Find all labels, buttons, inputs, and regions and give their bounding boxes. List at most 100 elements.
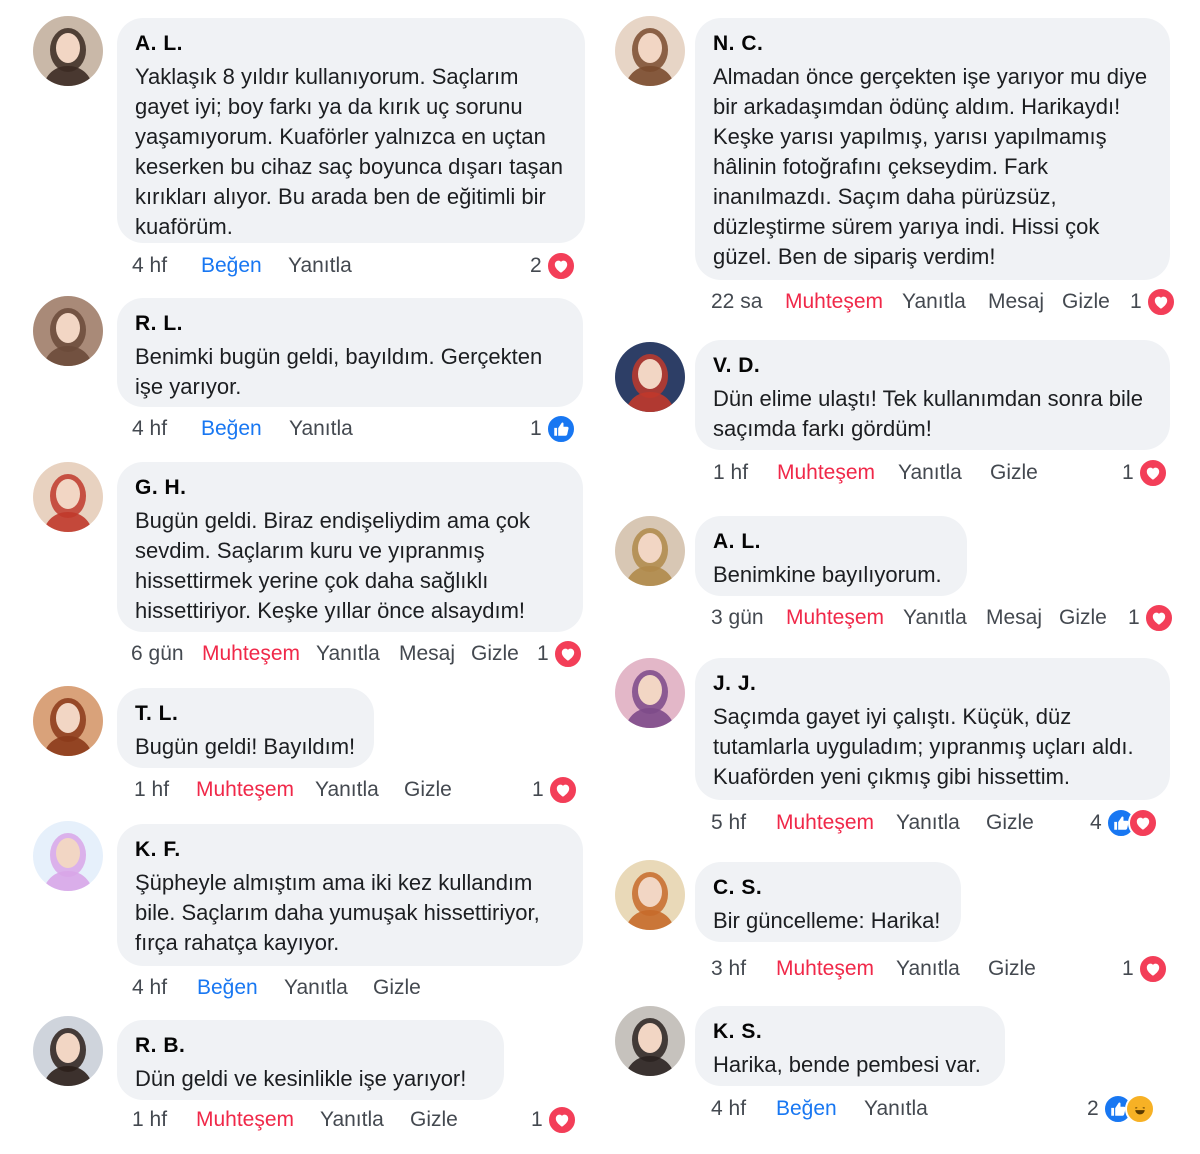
message-button[interactable]: Mesaj (986, 604, 1042, 632)
reaction-count: 1 (1122, 957, 1134, 980)
comment-bubble: K. F. Şüpheyle almıştım ama iki kez kull… (117, 824, 583, 966)
hide-button[interactable]: Gizle (410, 1106, 458, 1134)
reaction-summary[interactable]: 2 (530, 251, 576, 281)
avatar[interactable] (615, 860, 685, 930)
reaction-summary[interactable]: 1 (531, 1105, 577, 1135)
reply-button[interactable]: Yanıtla (288, 252, 352, 280)
hide-button[interactable]: Gizle (988, 955, 1036, 983)
message-button[interactable]: Mesaj (988, 288, 1044, 316)
comment-author[interactable]: T. L. (135, 702, 356, 726)
avatar[interactable] (615, 1006, 685, 1076)
comment-timestamp[interactable]: 1 hf (713, 459, 748, 487)
react-button[interactable]: Muhteşem (786, 604, 884, 632)
hide-button[interactable]: Gizle (986, 809, 1034, 837)
love-reaction-icon (547, 775, 578, 805)
comment-author[interactable]: R. L. (135, 312, 565, 336)
avatar[interactable] (33, 296, 103, 366)
hide-button[interactable]: Gizle (471, 640, 519, 668)
comment-timestamp[interactable]: 4 hf (132, 415, 167, 443)
reply-button[interactable]: Yanıtla (289, 415, 353, 443)
comment-timestamp[interactable]: 5 hf (711, 809, 746, 837)
avatar[interactable] (615, 342, 685, 412)
comment-author[interactable]: A. L. (713, 530, 949, 554)
like-reaction-icon (545, 414, 576, 444)
thumbs-up-icon (553, 422, 569, 436)
hide-button[interactable]: Gizle (990, 459, 1038, 487)
comment-timestamp[interactable]: 3 gün (711, 604, 764, 632)
avatar[interactable] (615, 16, 685, 86)
comment-bubble: N. C. Almadan önce gerçekten işe yarıyor… (695, 18, 1170, 280)
react-button[interactable]: Muhteşem (202, 640, 300, 668)
love-reaction-icon (1143, 603, 1174, 633)
avatar[interactable] (33, 16, 103, 86)
message-button[interactable]: Mesaj (399, 640, 455, 668)
comment-author[interactable]: R. B. (135, 1034, 486, 1058)
reply-button[interactable]: Yanıtla (284, 974, 348, 1002)
comment-bubble: R. B. Dün geldi ve kesinlikle işe yarıyo… (117, 1020, 504, 1100)
comment-author[interactable]: V. D. (713, 354, 1152, 378)
reaction-summary[interactable]: 1 (1122, 954, 1168, 984)
reaction-count: 4 (1090, 811, 1102, 834)
comment-author[interactable]: K. F. (135, 838, 565, 862)
reaction-summary[interactable]: 1 (1122, 458, 1168, 488)
comment-timestamp[interactable]: 4 hf (132, 974, 167, 1002)
reply-button[interactable]: Yanıtla (315, 776, 379, 804)
comment-timestamp[interactable]: 6 gün (131, 640, 184, 668)
comment-timestamp[interactable]: 1 hf (132, 1106, 167, 1134)
react-button[interactable]: Beğen (201, 252, 262, 280)
comment-actions: 6 gün Muhteşem Yanıtla Mesaj Gizle (117, 640, 677, 668)
reaction-summary[interactable]: 1 (1128, 603, 1174, 633)
reaction-summary[interactable]: 2 (1087, 1094, 1155, 1124)
react-button[interactable]: Muhteşem (776, 955, 874, 983)
react-button[interactable]: Muhteşem (777, 459, 875, 487)
reaction-summary[interactable]: 1 (537, 639, 583, 669)
avatar[interactable] (33, 686, 103, 756)
comment-author[interactable]: C. S. (713, 876, 943, 900)
comment-author[interactable]: G. H. (135, 476, 565, 500)
comment-author[interactable]: N. C. (713, 32, 1152, 56)
comment-author[interactable]: K. S. (713, 1020, 987, 1044)
avatar[interactable] (33, 1016, 103, 1086)
react-button[interactable]: Muhteşem (196, 1106, 294, 1134)
comment-actions: 22 sa Muhteşem Yanıtla Mesaj Gizle (695, 288, 1200, 316)
comment-author[interactable]: A. L. (135, 32, 567, 56)
react-button[interactable]: Muhteşem (785, 288, 883, 316)
reaction-summary[interactable]: 1 (1130, 287, 1176, 317)
avatar[interactable] (615, 658, 685, 728)
avatar[interactable] (33, 821, 103, 891)
reply-button[interactable]: Yanıtla (316, 640, 380, 668)
hide-button[interactable]: Gizle (404, 776, 452, 804)
avatar-photo-9 (615, 516, 685, 586)
comment-author[interactable]: J. J. (713, 672, 1152, 696)
hide-button[interactable]: Gizle (1062, 288, 1110, 316)
reply-button[interactable]: Yanıtla (320, 1106, 384, 1134)
heart-icon (1152, 612, 1165, 625)
comment-timestamp[interactable]: 4 hf (132, 252, 167, 280)
comment-timestamp[interactable]: 1 hf (134, 776, 169, 804)
reaction-summary[interactable]: 1 (532, 775, 578, 805)
love-reaction-icon (1127, 808, 1158, 838)
comment-timestamp[interactable]: 22 sa (711, 288, 762, 316)
hide-button[interactable]: Gizle (1059, 604, 1107, 632)
avatar[interactable] (615, 516, 685, 586)
react-button[interactable]: Muhteşem (196, 776, 294, 804)
react-button[interactable]: Muhteşem (776, 809, 874, 837)
reply-button[interactable]: Yanıtla (896, 955, 960, 983)
reply-button[interactable]: Yanıtla (903, 604, 967, 632)
react-button[interactable]: Beğen (776, 1095, 837, 1123)
react-button[interactable]: Beğen (201, 415, 262, 443)
comment-timestamp[interactable]: 3 hf (711, 955, 746, 983)
comment-actions: 3 gün Muhteşem Yanıtla Mesaj Gizle (695, 604, 1200, 632)
reply-button[interactable]: Yanıtla (864, 1095, 928, 1123)
avatar[interactable] (33, 462, 103, 532)
comment-timestamp[interactable]: 4 hf (711, 1095, 746, 1123)
hide-button[interactable]: Gizle (373, 974, 421, 1002)
react-button[interactable]: Beğen (197, 974, 258, 1002)
reply-button[interactable]: Yanıtla (898, 459, 962, 487)
reaction-summary[interactable]: 4 (1090, 808, 1158, 838)
comment-actions: 4 hf Beğen Yanıtla (117, 252, 677, 280)
reaction-count: 1 (1122, 461, 1134, 484)
reply-button[interactable]: Yanıtla (902, 288, 966, 316)
reaction-summary[interactable]: 1 (530, 414, 576, 444)
reply-button[interactable]: Yanıtla (896, 809, 960, 837)
